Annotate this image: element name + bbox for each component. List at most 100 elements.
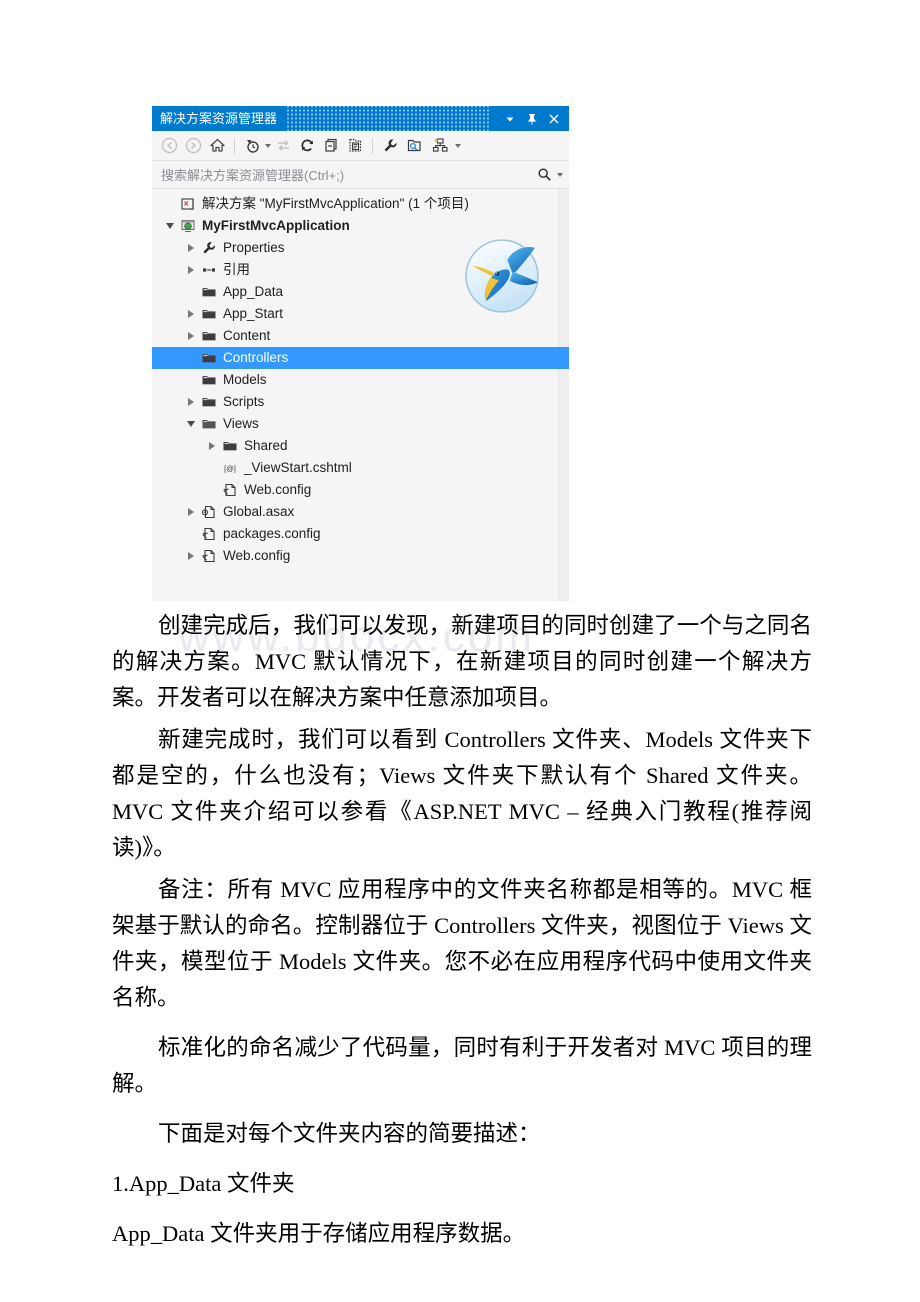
toolbar-overflow-button[interactable] xyxy=(455,143,461,148)
tree-item-label: Controllers xyxy=(223,350,289,366)
close-window[interactable] xyxy=(543,108,565,130)
back-arrow-icon xyxy=(161,137,177,154)
pin-icon xyxy=(528,113,536,125)
tree-item-label: Views xyxy=(223,416,259,432)
search-icon[interactable] xyxy=(537,167,552,182)
folder-icon xyxy=(199,325,219,347)
folder-icon xyxy=(202,310,216,319)
web-project-icon xyxy=(181,220,195,232)
config-file-icon xyxy=(220,479,240,501)
tree-item-label: _ViewStart.cshtml xyxy=(244,460,352,476)
home-button[interactable] xyxy=(205,134,229,158)
collapse-all-icon xyxy=(324,138,337,152)
tree-item-label: Global.asax xyxy=(223,504,295,520)
tree-item[interactable]: Content xyxy=(152,325,569,347)
folder-icon xyxy=(199,303,219,325)
tree-item-label: Web.config xyxy=(223,548,291,564)
back-button[interactable] xyxy=(157,134,181,158)
config-file-icon xyxy=(223,483,236,497)
references-icon xyxy=(203,268,215,272)
razor-view-icon: [@] xyxy=(224,464,236,473)
solution-icon xyxy=(178,193,198,215)
global-asax-icon xyxy=(201,505,215,519)
auto-hide-pin[interactable] xyxy=(521,108,543,130)
close-icon xyxy=(549,113,559,124)
paragraph: 标准化的命名减少了代码量，同时有利于开发者对 MVC 项目的理解。 xyxy=(112,1035,812,1096)
paragraph: 下面是对每个文件夹内容的简要描述： xyxy=(158,1121,541,1146)
tree-item[interactable]: Global.asax xyxy=(152,501,569,523)
toolbar-separator-2 xyxy=(372,137,373,154)
tree-item-label: 引用 xyxy=(223,262,250,278)
expander-collapsed-icon[interactable] xyxy=(183,545,199,567)
tree-item[interactable]: Models xyxy=(152,369,569,391)
expander-expanded-icon[interactable] xyxy=(183,413,199,435)
wrench-icon xyxy=(199,237,219,259)
tree-item[interactable]: App_Data xyxy=(152,281,569,303)
refresh-icon xyxy=(301,139,313,152)
window-title: 解决方案资源管理器 xyxy=(160,111,278,126)
titlebar-drag-area xyxy=(285,106,491,131)
tree-item-label: Web.config xyxy=(244,482,312,498)
tree-item[interactable]: Controllers xyxy=(152,347,569,369)
forward-arrow-icon xyxy=(185,137,201,154)
solution-explorer-window: 解决方案资源管理器 搜索解决方案资源管理器(Ctrl+;) 解决方案 "MyFi… xyxy=(152,106,569,601)
window-menu-dropdown[interactable] xyxy=(499,108,521,130)
tree-item[interactable]: packages.config xyxy=(152,523,569,545)
svg-text:[@]: [@] xyxy=(224,464,236,473)
home-icon xyxy=(209,138,225,152)
config-file-icon xyxy=(199,523,219,545)
search-input[interactable]: 搜索解决方案资源管理器(Ctrl+;) xyxy=(161,165,537,184)
tree-item[interactable]: [@] _ViewStart.cshtml xyxy=(152,457,569,479)
paragraph: 创建完成后，我们可以发现，新建项目的同时创建了一个与之同名的解决方案。MVC 默… xyxy=(112,613,812,710)
search-bar[interactable]: 搜索解决方案资源管理器(Ctrl+;) xyxy=(152,161,569,189)
tree-item[interactable]: Web.config xyxy=(152,545,569,567)
expander-collapsed-icon[interactable] xyxy=(183,303,199,325)
sync-with-active-document-button[interactable] xyxy=(271,134,295,158)
tree-item[interactable]: 解决方案 "MyFirstMvcApplication" (1 个项目) xyxy=(152,193,569,215)
document-body: 创建完成后，我们可以发现，新建项目的同时创建了一个与之同名的解决方案。MVC 默… xyxy=(112,608,812,1258)
view-class-diagram-button[interactable] xyxy=(426,134,454,158)
sync-arrows-icon xyxy=(277,140,289,151)
forward-button[interactable] xyxy=(181,134,205,158)
solution-tree: 解决方案 "MyFirstMvcApplication" (1 个项目) MyFi… xyxy=(152,193,569,567)
collapse-all-button[interactable] xyxy=(319,134,343,158)
search-options-dropdown[interactable] xyxy=(557,172,563,177)
folder-icon xyxy=(202,288,216,297)
tree-item[interactable]: App_Start xyxy=(152,303,569,325)
refresh-button[interactable] xyxy=(295,134,319,158)
folder-icon xyxy=(199,391,219,413)
folder-open-icon xyxy=(202,420,216,429)
tree-item-label: Properties xyxy=(223,240,285,256)
expander-expanded-icon[interactable] xyxy=(162,215,178,237)
properties-button[interactable] xyxy=(378,134,402,158)
folder-icon xyxy=(202,376,216,385)
tree-item[interactable]: Views xyxy=(152,413,569,435)
show-all-files-button[interactable] xyxy=(343,134,367,158)
show-all-files-icon xyxy=(348,138,361,152)
tree-item[interactable]: 引用 xyxy=(152,259,569,281)
paragraph: 1.App_Data 文件夹 xyxy=(112,1171,295,1196)
expander-collapsed-icon[interactable] xyxy=(183,501,199,523)
expander-collapsed-icon[interactable] xyxy=(183,259,199,281)
razor-view-icon: [@] xyxy=(220,457,240,479)
tree-item[interactable]: Shared xyxy=(152,435,569,457)
expander-collapsed-icon[interactable] xyxy=(183,325,199,347)
tree-item[interactable]: Scripts xyxy=(152,391,569,413)
paragraph: 备注：所有 MVC 应用程序中的文件夹名称都是相等的。MVC 框架基于默认的命名… xyxy=(112,877,812,1010)
pending-changes-button[interactable] xyxy=(240,134,264,158)
preview-selected-items-button[interactable] xyxy=(402,134,426,158)
tree-item[interactable]: Web.config xyxy=(152,479,569,501)
expander-collapsed-icon[interactable] xyxy=(204,435,220,457)
folder-icon xyxy=(202,354,216,363)
tree-item-label: packages.config xyxy=(223,526,321,542)
expander-collapsed-icon[interactable] xyxy=(183,237,199,259)
expander-collapsed-icon[interactable] xyxy=(183,391,199,413)
config-file-icon xyxy=(202,527,215,541)
tree-item[interactable]: Properties xyxy=(152,237,569,259)
tree-item[interactable]: MyFirstMvcApplication xyxy=(152,215,569,237)
